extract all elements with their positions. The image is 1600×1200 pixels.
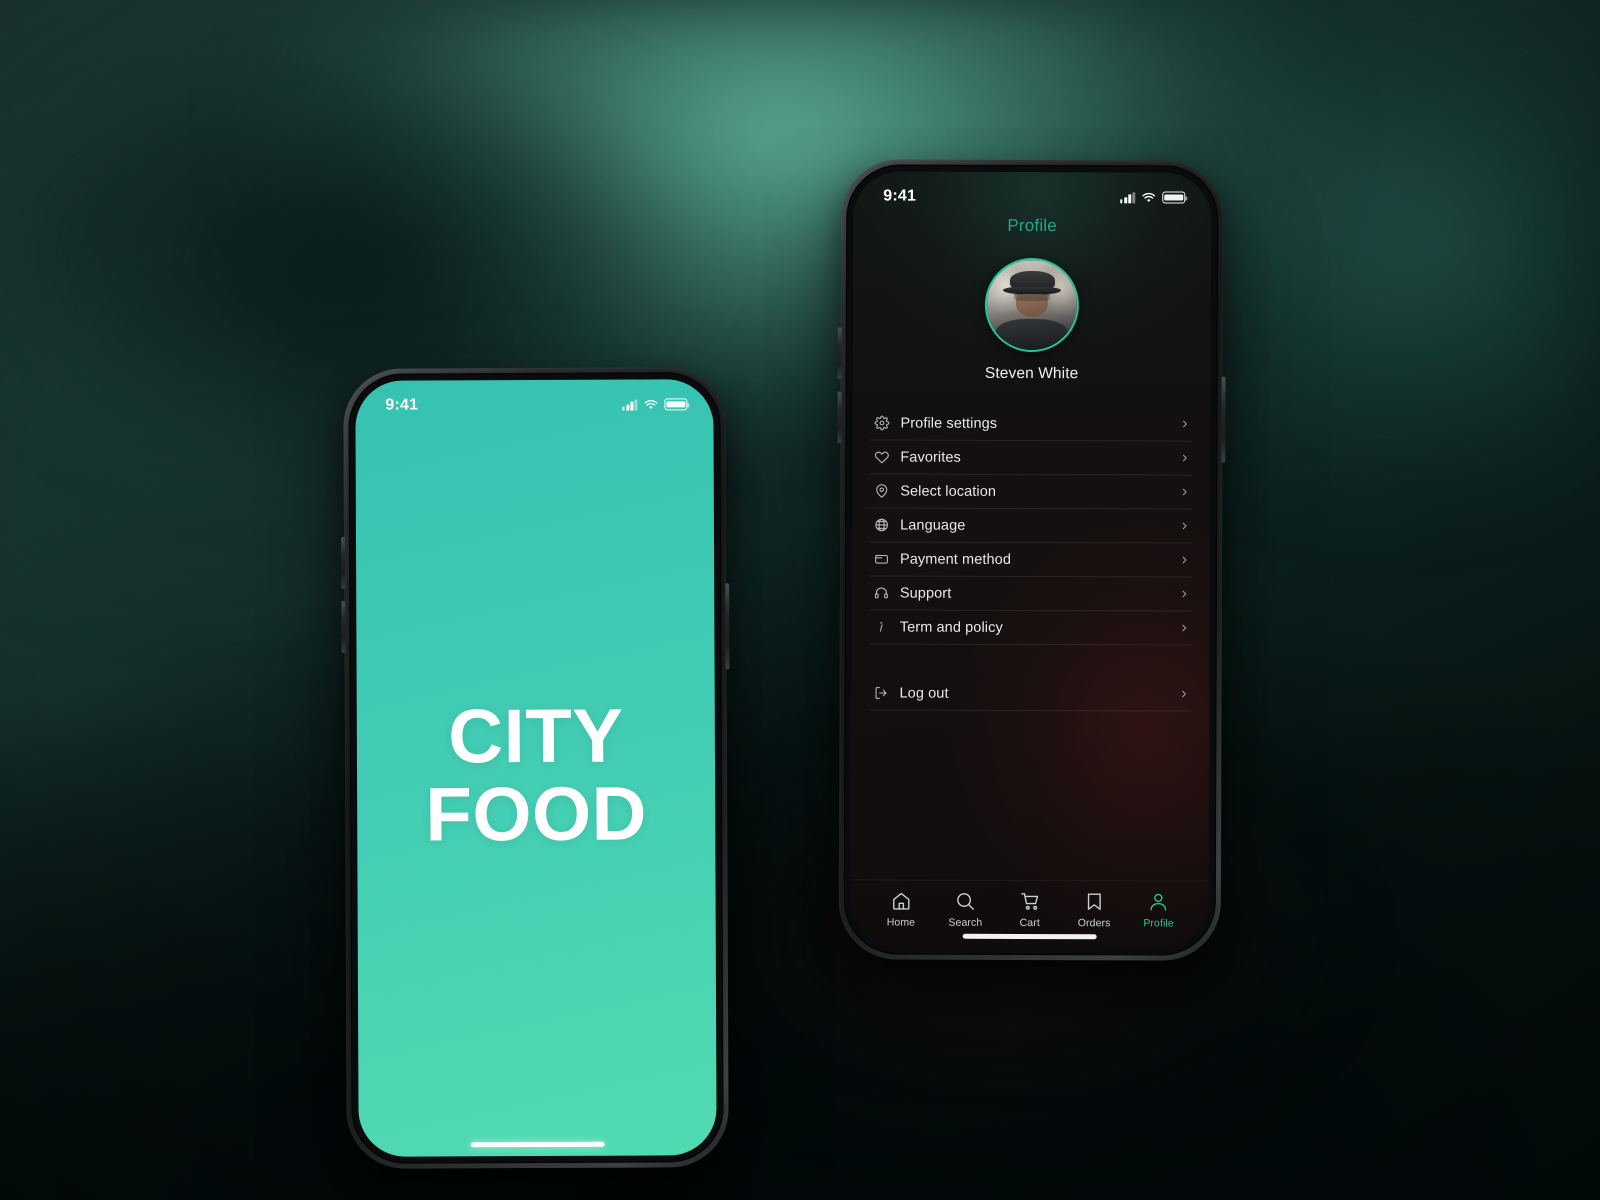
wifi-icon bbox=[644, 399, 658, 409]
phone-device-profile: 9:41 Profile Steven White Profile settin… bbox=[837, 159, 1226, 961]
wifi-icon bbox=[1142, 192, 1156, 202]
menu-item-label: Term and policy bbox=[899, 619, 1003, 636]
heart-icon bbox=[870, 449, 892, 464]
menu-item-label: Log out bbox=[899, 685, 949, 702]
home-icon bbox=[892, 892, 910, 910]
avatar-photo-body bbox=[995, 319, 1068, 351]
signal-bars-icon bbox=[1120, 191, 1136, 203]
phone-device-splash: 9:41 CITY FOOD bbox=[340, 367, 730, 1169]
logout-icon bbox=[870, 685, 892, 700]
tab-orders[interactable]: Orders bbox=[1062, 891, 1127, 929]
logo-line-food: FOOD bbox=[425, 771, 648, 858]
splash-screen: 9:41 CITY FOOD bbox=[355, 379, 717, 1157]
menu-item-profile-settings[interactable]: Profile settings bbox=[870, 406, 1193, 442]
scene-background: 9:41 CITY FOOD 9:41 Profile Steven White… bbox=[0, 0, 1600, 1200]
menu-item-label: Payment method bbox=[899, 551, 1012, 568]
volume-up-button-right-phone[interactable] bbox=[837, 327, 842, 380]
volume-up-button-left-phone[interactable] bbox=[340, 536, 346, 589]
chevron-right-icon bbox=[1179, 521, 1192, 532]
menu-item-label: Language bbox=[900, 517, 966, 534]
menu-item-label: Support bbox=[899, 585, 952, 602]
menu-item-label: Profile settings bbox=[900, 415, 998, 432]
person-icon bbox=[1150, 893, 1167, 911]
globe-icon bbox=[870, 517, 892, 532]
home-indicator[interactable] bbox=[470, 1141, 605, 1148]
tab-label: Home bbox=[886, 916, 916, 929]
location-pin-icon bbox=[870, 483, 892, 498]
gear-icon bbox=[870, 415, 892, 431]
tab-cart[interactable]: Cart bbox=[998, 891, 1063, 929]
wallet-icon bbox=[870, 551, 892, 566]
logo-line-city: CITY bbox=[448, 693, 624, 780]
tab-profile[interactable]: Profile bbox=[1126, 891, 1191, 930]
tab-label: Orders bbox=[1077, 917, 1111, 930]
volume-down-button-left-phone[interactable] bbox=[341, 600, 346, 653]
avatar-container bbox=[853, 257, 1211, 353]
volume-down-button-right-phone[interactable] bbox=[837, 391, 842, 444]
profile-menu-list: Profile settings Favorites Select locati… bbox=[851, 406, 1210, 712]
status-bar-icons bbox=[622, 398, 688, 411]
power-button-right-phone[interactable] bbox=[1221, 376, 1226, 463]
signal-bars-icon bbox=[622, 399, 638, 411]
tab-label: Cart bbox=[1019, 916, 1040, 930]
power-button-left-phone[interactable] bbox=[725, 583, 730, 670]
menu-item-favorites[interactable]: Favorites bbox=[870, 440, 1193, 476]
status-bar-icons bbox=[1120, 191, 1186, 204]
battery-icon bbox=[664, 398, 688, 411]
phone-bezel-splash: 9:41 CITY FOOD bbox=[348, 372, 724, 1164]
status-bar-time: 9:41 bbox=[883, 187, 917, 205]
chevron-right-icon bbox=[1179, 589, 1192, 600]
menu-item-label: Select location bbox=[900, 483, 997, 500]
menu-item-payment-method[interactable]: Payment method bbox=[869, 542, 1193, 578]
menu-item-language[interactable]: Language bbox=[870, 508, 1193, 544]
page-title: Profile bbox=[1007, 215, 1057, 236]
search-icon bbox=[957, 893, 974, 910]
menu-separator-gap bbox=[870, 644, 1192, 677]
chevron-right-icon bbox=[1179, 487, 1192, 498]
tab-label: Profile bbox=[1143, 917, 1174, 930]
menu-item-select-location[interactable]: Select location bbox=[870, 474, 1193, 510]
avatar-photo-cap bbox=[1009, 270, 1055, 291]
chevron-right-icon bbox=[1179, 453, 1192, 464]
chevron-right-icon bbox=[1179, 419, 1192, 430]
chevron-right-icon bbox=[1179, 623, 1192, 634]
status-bar-time: 9:41 bbox=[385, 396, 419, 414]
menu-item-log-out[interactable]: Log out bbox=[869, 676, 1192, 712]
tab-home[interactable]: Home bbox=[869, 890, 934, 929]
chevron-right-icon bbox=[1179, 689, 1192, 700]
avatar[interactable] bbox=[984, 257, 1080, 353]
profile-screen: 9:41 Profile Steven White Profile settin… bbox=[850, 171, 1212, 949]
background-vignette bbox=[0, 0, 1600, 1200]
app-logo: CITY FOOD bbox=[425, 693, 648, 858]
home-indicator[interactable] bbox=[962, 933, 1097, 940]
user-name: Steven White bbox=[984, 364, 1079, 383]
menu-item-term-and-policy[interactable]: Term and policy bbox=[869, 610, 1192, 646]
bookmark-icon bbox=[1087, 893, 1101, 910]
info-icon bbox=[870, 619, 892, 634]
phone-bezel-profile: 9:41 Profile Steven White Profile settin… bbox=[843, 164, 1219, 956]
status-bar-profile: 9:41 bbox=[853, 171, 1211, 214]
menu-item-support[interactable]: Support bbox=[869, 576, 1192, 612]
avatar-photo-glasses bbox=[1013, 293, 1050, 302]
battery-icon bbox=[1162, 191, 1186, 204]
cart-icon bbox=[1020, 893, 1038, 910]
tab-search[interactable]: Search bbox=[933, 891, 998, 929]
menu-item-label: Favorites bbox=[900, 449, 961, 466]
status-bar-splash: 9:41 bbox=[355, 379, 713, 423]
tab-label: Search bbox=[948, 916, 983, 929]
chevron-right-icon bbox=[1179, 555, 1192, 566]
headset-icon bbox=[870, 585, 892, 600]
